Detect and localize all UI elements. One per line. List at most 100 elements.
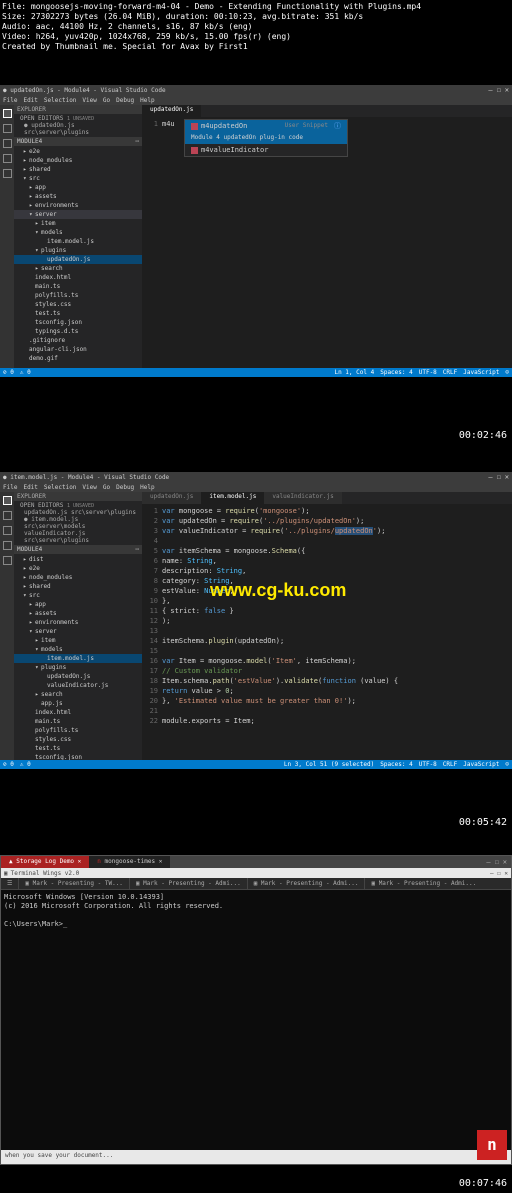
- max-button[interactable]: ☐: [497, 86, 501, 94]
- menu-item[interactable]: Debug: [116, 484, 134, 491]
- menu-item[interactable]: Edit: [23, 484, 37, 491]
- explorer-icon[interactable]: [3, 109, 12, 118]
- tree-item[interactable]: item.model.js: [14, 654, 142, 663]
- tab-updatedon[interactable]: updatedOn.js: [142, 105, 201, 117]
- tree-item[interactable]: valueIndicator.js: [14, 681, 142, 690]
- browser-tab[interactable]: n mongoose-times ✕: [89, 856, 170, 868]
- tree-item[interactable]: .gitignore: [14, 336, 142, 345]
- search-icon[interactable]: [3, 511, 12, 520]
- tree-item[interactable]: ▸shared: [14, 165, 142, 174]
- menu-item[interactable]: Debug: [116, 97, 134, 104]
- explorer-icon[interactable]: [3, 496, 12, 505]
- browser-tab[interactable]: ▲ Storage Log Demo ✕: [1, 856, 89, 868]
- terminal-tabs[interactable]: ☰▣ Mark - Presenting - TW...▣ Mark - Pre…: [1, 878, 511, 890]
- status-bar[interactable]: ⊘ 0⚠ 0 Ln 3, Col 51 (9 selected)Spaces: …: [0, 760, 512, 769]
- git-icon[interactable]: [3, 139, 12, 148]
- menu-item[interactable]: File: [3, 484, 17, 491]
- menu-item[interactable]: Help: [140, 484, 154, 491]
- tree-item[interactable]: ▸dist: [14, 555, 142, 564]
- tree-item[interactable]: ▸environments: [14, 201, 142, 210]
- menubar[interactable]: File Edit Selection View Go Debug Help: [0, 482, 512, 492]
- menu-item[interactable]: Selection: [44, 484, 77, 491]
- tree-item[interactable]: ▾src: [14, 174, 142, 183]
- tree-item[interactable]: ▸environments: [14, 618, 142, 627]
- tree-item[interactable]: typings.d.ts: [14, 327, 142, 336]
- menu-item[interactable]: View: [82, 484, 96, 491]
- menu-item[interactable]: Selection: [44, 97, 77, 104]
- browser-tabs[interactable]: ▲ Storage Log Demo ✕ n mongoose-times ✕ …: [1, 856, 511, 868]
- tree-item[interactable]: main.ts: [14, 717, 142, 726]
- tree-item[interactable]: styles.css: [14, 735, 142, 744]
- tree-item[interactable]: ▸e2e: [14, 564, 142, 573]
- close-button[interactable]: ✕: [503, 858, 507, 866]
- debug-icon[interactable]: [3, 154, 12, 163]
- editor-tab[interactable]: valueIndicator.js: [264, 492, 341, 504]
- tree-item[interactable]: ▾server: [14, 210, 142, 219]
- status-bar[interactable]: ⊘ 0⚠ 0 Ln 1, Col 4Spaces: 4UTF-8CRLFJava…: [0, 368, 512, 377]
- search-icon[interactable]: [3, 124, 12, 133]
- editor-tabs[interactable]: updatedOn.jsitem.model.jsvalueIndicator.…: [142, 492, 512, 504]
- tree-item[interactable]: ▾server: [14, 627, 142, 636]
- terminal-body[interactable]: Microsoft Windows [Version 10.0.14393](c…: [1, 890, 511, 1150]
- close-button[interactable]: ✕: [505, 86, 509, 94]
- tree-item[interactable]: ▸app: [14, 183, 142, 192]
- min-button[interactable]: —: [488, 473, 492, 481]
- tree-item[interactable]: ▸search: [14, 264, 142, 273]
- tree-item[interactable]: ▾models: [14, 645, 142, 654]
- menu-item[interactable]: File: [3, 97, 17, 104]
- terminal-tab[interactable]: ▣ Mark - Presenting - TW...: [18, 878, 129, 889]
- tree-item[interactable]: index.html: [14, 708, 142, 717]
- max-button[interactable]: ☐: [495, 858, 499, 866]
- tree-item[interactable]: styles.css: [14, 300, 142, 309]
- tree-item[interactable]: ▸search: [14, 690, 142, 699]
- terminal-tab[interactable]: ▣ Mark - Presenting - Admi...: [129, 878, 247, 889]
- min-button[interactable]: —: [486, 858, 490, 866]
- max-button[interactable]: ☐: [497, 473, 501, 481]
- tree-item[interactable]: ▾src: [14, 591, 142, 600]
- terminal-tab[interactable]: ☰: [1, 878, 18, 889]
- tree-item[interactable]: updatedOn.js: [14, 672, 142, 681]
- close-button[interactable]: ✕: [505, 473, 509, 481]
- tree-item[interactable]: tsconfig.json: [14, 753, 142, 760]
- git-icon[interactable]: [3, 526, 12, 535]
- tree-item[interactable]: ▸item: [14, 219, 142, 228]
- tree-item[interactable]: ▾plugins: [14, 246, 142, 255]
- tree-item[interactable]: app.js: [14, 699, 142, 708]
- tree-item[interactable]: updatedOn.js: [14, 255, 142, 264]
- menu-item[interactable]: Go: [103, 484, 110, 491]
- menu-item[interactable]: View: [82, 97, 96, 104]
- tree-item[interactable]: ▸assets: [14, 192, 142, 201]
- activity-bar[interactable]: [0, 492, 14, 760]
- tree-item[interactable]: ▸shared: [14, 582, 142, 591]
- tree-item[interactable]: angular-cli.json: [14, 345, 142, 354]
- tree-item[interactable]: ▸node_modules: [14, 156, 142, 165]
- tree-item[interactable]: test.ts: [14, 309, 142, 318]
- suggest-popup[interactable]: m4updatedOnUser Snippetⓘ Module 4 update…: [184, 119, 348, 157]
- editor-tab[interactable]: item.model.js: [201, 492, 264, 504]
- menu-item[interactable]: Help: [140, 97, 154, 104]
- tree-item[interactable]: ▸node_modules: [14, 573, 142, 582]
- debug-icon[interactable]: [3, 541, 12, 550]
- editor-tabs[interactable]: updatedOn.js: [142, 105, 512, 117]
- tree-item[interactable]: ▾plugins: [14, 663, 142, 672]
- ext-icon[interactable]: [3, 169, 12, 178]
- editor-tab[interactable]: updatedOn.js: [142, 492, 201, 504]
- terminal-tab[interactable]: ▣ Mark - Presenting - Admi...: [247, 878, 365, 889]
- menu-item[interactable]: Edit: [23, 97, 37, 104]
- activity-bar[interactable]: [0, 105, 14, 368]
- min-button[interactable]: —: [488, 86, 492, 94]
- tree-item[interactable]: ▸app: [14, 600, 142, 609]
- menu-item[interactable]: Go: [103, 97, 110, 104]
- tree-item[interactable]: ▸assets: [14, 609, 142, 618]
- tree-item[interactable]: ▸e2e: [14, 147, 142, 156]
- tree-item[interactable]: item.model.js: [14, 237, 142, 246]
- terminal-tab[interactable]: ▣ Mark - Presenting - Admi...: [364, 878, 482, 889]
- tree-item[interactable]: tsconfig.json: [14, 318, 142, 327]
- tree-item[interactable]: ▸item: [14, 636, 142, 645]
- tree-item[interactable]: test.ts: [14, 744, 142, 753]
- tree-item[interactable]: demo.gif: [14, 354, 142, 363]
- menubar[interactable]: File Edit Selection View Go Debug Help: [0, 95, 512, 105]
- tree-item[interactable]: index.html: [14, 273, 142, 282]
- tree-item[interactable]: ▾models: [14, 228, 142, 237]
- tree-item[interactable]: main.ts: [14, 282, 142, 291]
